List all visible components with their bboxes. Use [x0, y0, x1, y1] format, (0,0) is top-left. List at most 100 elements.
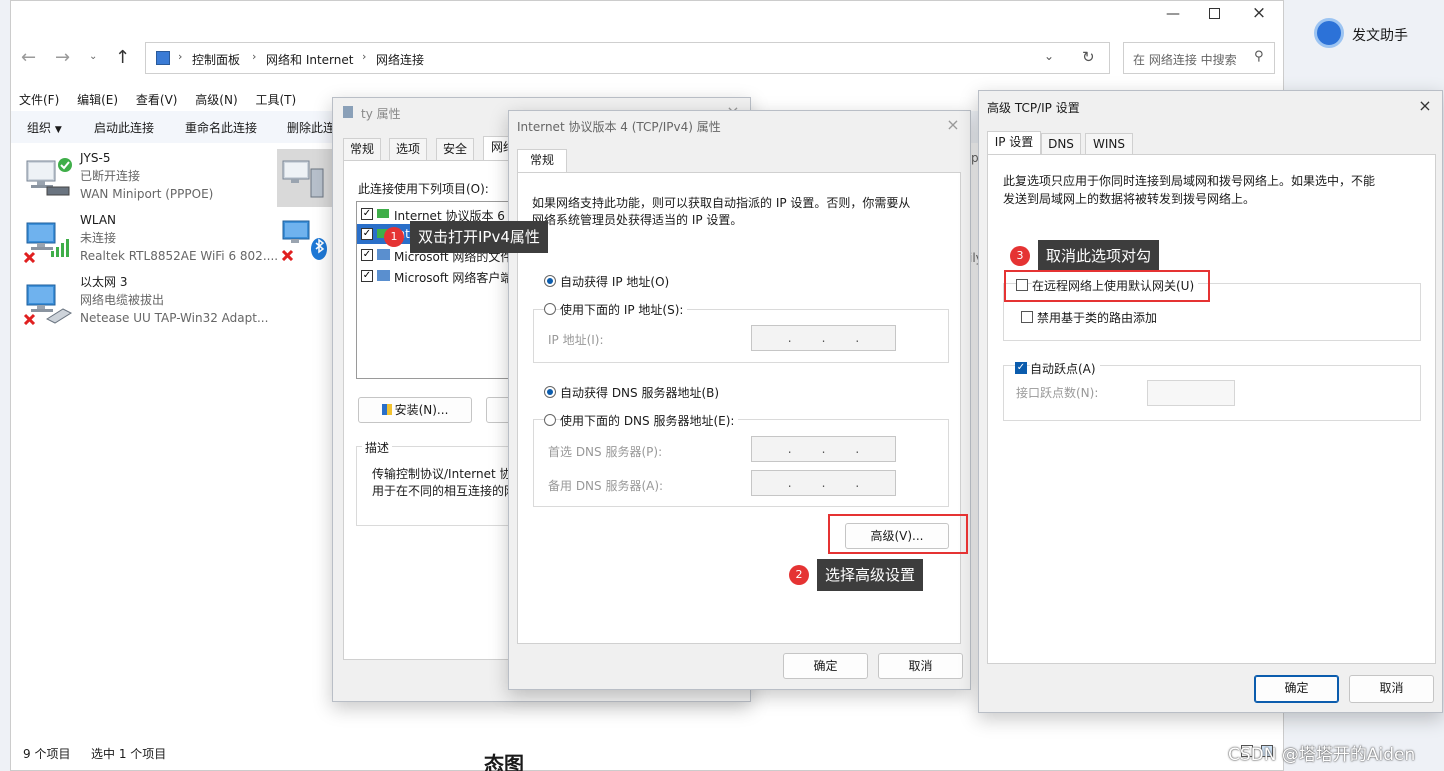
- connection-icon: [343, 106, 353, 118]
- ip-address-field[interactable]: ...: [751, 325, 896, 351]
- cancel-button[interactable]: 取消: [1349, 675, 1434, 703]
- item-checkbox[interactable]: ✓: [361, 208, 373, 220]
- caret-down-icon: ▼: [54, 125, 62, 135]
- search-icon: ⚲: [1254, 49, 1264, 64]
- status-item-count: 9 个项目: [23, 747, 71, 761]
- callout-text: 选择高级设置: [825, 566, 916, 584]
- tab-general[interactable]: 常规: [343, 138, 381, 160]
- item-checkbox[interactable]: ✓: [361, 228, 373, 240]
- forward-button[interactable]: →: [55, 47, 70, 68]
- alternate-dns-field[interactable]: ...: [751, 470, 896, 496]
- cancel-button[interactable]: 取消: [878, 653, 963, 679]
- maximize-button[interactable]: [1209, 8, 1220, 19]
- network-client-icon: [377, 270, 390, 281]
- ip-address-label: IP 地址(I):: [548, 333, 604, 347]
- ipv4-properties-dialog: Internet 协议版本 4 (TCP/IPv4) 属性 × 常规 如果网络支…: [508, 110, 971, 690]
- callout-step-1: 双击打开IPv4属性: [410, 221, 548, 253]
- search-input[interactable]: 在 网络连接 中搜索: [1133, 51, 1237, 68]
- breadcrumb-control-panel[interactable]: 控制面板: [192, 51, 240, 68]
- ok-button[interactable]: 确定: [783, 653, 868, 679]
- item-checkbox[interactable]: ✓: [361, 249, 373, 261]
- interface-metric-label: 接口跃点数(N):: [1016, 386, 1099, 400]
- class-route-checkbox[interactable]: [1021, 311, 1033, 323]
- ethernet-network-icon: [23, 284, 73, 325]
- interface-metric-field[interactable]: [1147, 380, 1235, 406]
- menu-edit[interactable]: 编辑(E): [77, 93, 118, 107]
- tab-ip-settings[interactable]: IP 设置: [987, 131, 1041, 155]
- breadcrumb-network-connections[interactable]: 网络连接: [376, 51, 424, 68]
- list-item[interactable]: ✓ Microsoft 网络客户端: [357, 266, 515, 286]
- computer-server-icon: [282, 160, 324, 198]
- menu-view[interactable]: 查看(V): [136, 93, 178, 107]
- bluetooth-connection-item[interactable]: [277, 211, 339, 267]
- tab-options[interactable]: 选项: [389, 138, 427, 160]
- tab-panel: 此复选项只应用于你同时连接到局域网和拨号网络上。如果选中，不能 发送到局域网上的…: [987, 154, 1436, 664]
- refresh-icon[interactable]: ↻: [1082, 48, 1095, 66]
- dialog-title: Internet 协议版本 4 (TCP/IPv4) 属性: [517, 120, 721, 134]
- tab-dns[interactable]: DNS: [1041, 133, 1081, 155]
- step-marker-1: 1: [384, 227, 404, 247]
- recent-dropdown-icon[interactable]: ⌄: [89, 51, 97, 62]
- description-line: 传输控制协议/Internet 协: [372, 467, 512, 481]
- highlight-remote-gateway: [1004, 270, 1210, 302]
- connection-status: 未连接: [80, 231, 117, 245]
- close-icon[interactable]: ×: [944, 116, 962, 134]
- assistant-panel[interactable]: 发文助手: [1286, 14, 1436, 54]
- callout-text: 双击打开IPv4属性: [418, 228, 540, 246]
- auto-metric-checkbox[interactable]: ✓: [1015, 362, 1027, 374]
- back-button[interactable]: ←: [21, 47, 36, 68]
- items-list-label: 此连接使用下列项目(O):: [358, 182, 489, 196]
- description-line: 用于在不同的相互连接的网: [372, 484, 517, 498]
- connection-status: 网络电缆被拔出: [80, 293, 165, 307]
- wifi-network-icon: [23, 222, 69, 263]
- info-line: 此复选项只应用于你同时连接到局域网和拨号网络上。如果选中，不能: [1003, 174, 1376, 188]
- menu-bar: 文件(F) 编辑(E) 查看(V) 高级(N) 工具(T): [19, 91, 310, 108]
- close-icon[interactable]: ×: [1416, 97, 1434, 115]
- auto-ip-label: 自动获得 IP 地址(O): [560, 275, 670, 289]
- up-button[interactable]: ↑: [115, 47, 130, 68]
- minimize-button[interactable]: —: [1163, 6, 1183, 24]
- assistant-label: 发文助手: [1352, 28, 1408, 44]
- ok-button[interactable]: 确定: [1254, 675, 1339, 703]
- intro-line: 如果网络支持此功能，则可以获取自动指派的 IP 设置。否则，你需要从: [532, 196, 911, 210]
- connection-device: Realtek RTL8852AE WiFi 6 802....: [80, 249, 279, 263]
- menu-file[interactable]: 文件(F): [19, 93, 59, 107]
- address-bar[interactable]: › 控制面板 › 网络和 Internet › 网络连接 ⌄ ↻: [145, 42, 1110, 74]
- shield-icon: [381, 404, 392, 415]
- menu-advanced[interactable]: 高级(N): [195, 93, 237, 107]
- auto-dns-radio[interactable]: [544, 386, 556, 398]
- dialog-title: 高级 TCP/IP 设置: [987, 101, 1080, 115]
- callout-text: 取消此选项对勾: [1046, 247, 1152, 265]
- list-item[interactable]: 以太网 3 网络电缆被拔出 Netease UU TAP-Win32 Adapt…: [23, 273, 323, 333]
- tab-security[interactable]: 安全: [436, 138, 474, 160]
- organize-label: 组织: [27, 121, 52, 135]
- rename-connection-button[interactable]: 重命名此连接: [185, 119, 257, 136]
- info-line: 发送到局域网上的数据将被转发到拨号网络上。: [1003, 192, 1256, 206]
- search-box[interactable]: 在 网络连接 中搜索 ⚲: [1123, 42, 1275, 74]
- callout-step-2: 选择高级设置: [817, 559, 924, 591]
- organize-button[interactable]: 组织 ▼: [27, 119, 62, 136]
- chevron-right-icon: ›: [362, 50, 367, 63]
- tab-wins[interactable]: WINS: [1085, 133, 1133, 155]
- connection-device: WAN Miniport (PPPOE): [80, 187, 214, 201]
- preferred-dns-field[interactable]: ...: [751, 436, 896, 462]
- selected-connection-item[interactable]: [277, 149, 339, 207]
- install-button[interactable]: 安装(N)...: [358, 397, 472, 423]
- chevron-down-icon[interactable]: ⌄: [1044, 49, 1054, 63]
- close-window-button[interactable]: ×: [1249, 3, 1269, 25]
- menu-tools[interactable]: 工具(T): [255, 93, 296, 107]
- auto-ip-radio[interactable]: [544, 275, 556, 287]
- watermark: CSDN @塔塔开的Aiden: [1228, 745, 1416, 765]
- alternate-dns-label: 备用 DNS 服务器(A):: [548, 479, 664, 493]
- highlight-advanced-button: [828, 514, 968, 554]
- breadcrumb-network-internet[interactable]: 网络和 Internet: [266, 51, 353, 68]
- manual-ip-radio[interactable]: [544, 303, 556, 315]
- start-connection-button[interactable]: 启动此连接: [94, 119, 154, 136]
- manual-dns-radio[interactable]: [544, 414, 556, 426]
- bottom-partial-text: 态图: [484, 752, 524, 771]
- dialog-title: ty 属性: [361, 107, 401, 121]
- tab-general[interactable]: 常规: [517, 149, 567, 173]
- item-checkbox[interactable]: ✓: [361, 270, 373, 282]
- connection-status: 已断开连接: [80, 169, 141, 183]
- auto-metric-label: 自动跃点(A): [1030, 360, 1100, 377]
